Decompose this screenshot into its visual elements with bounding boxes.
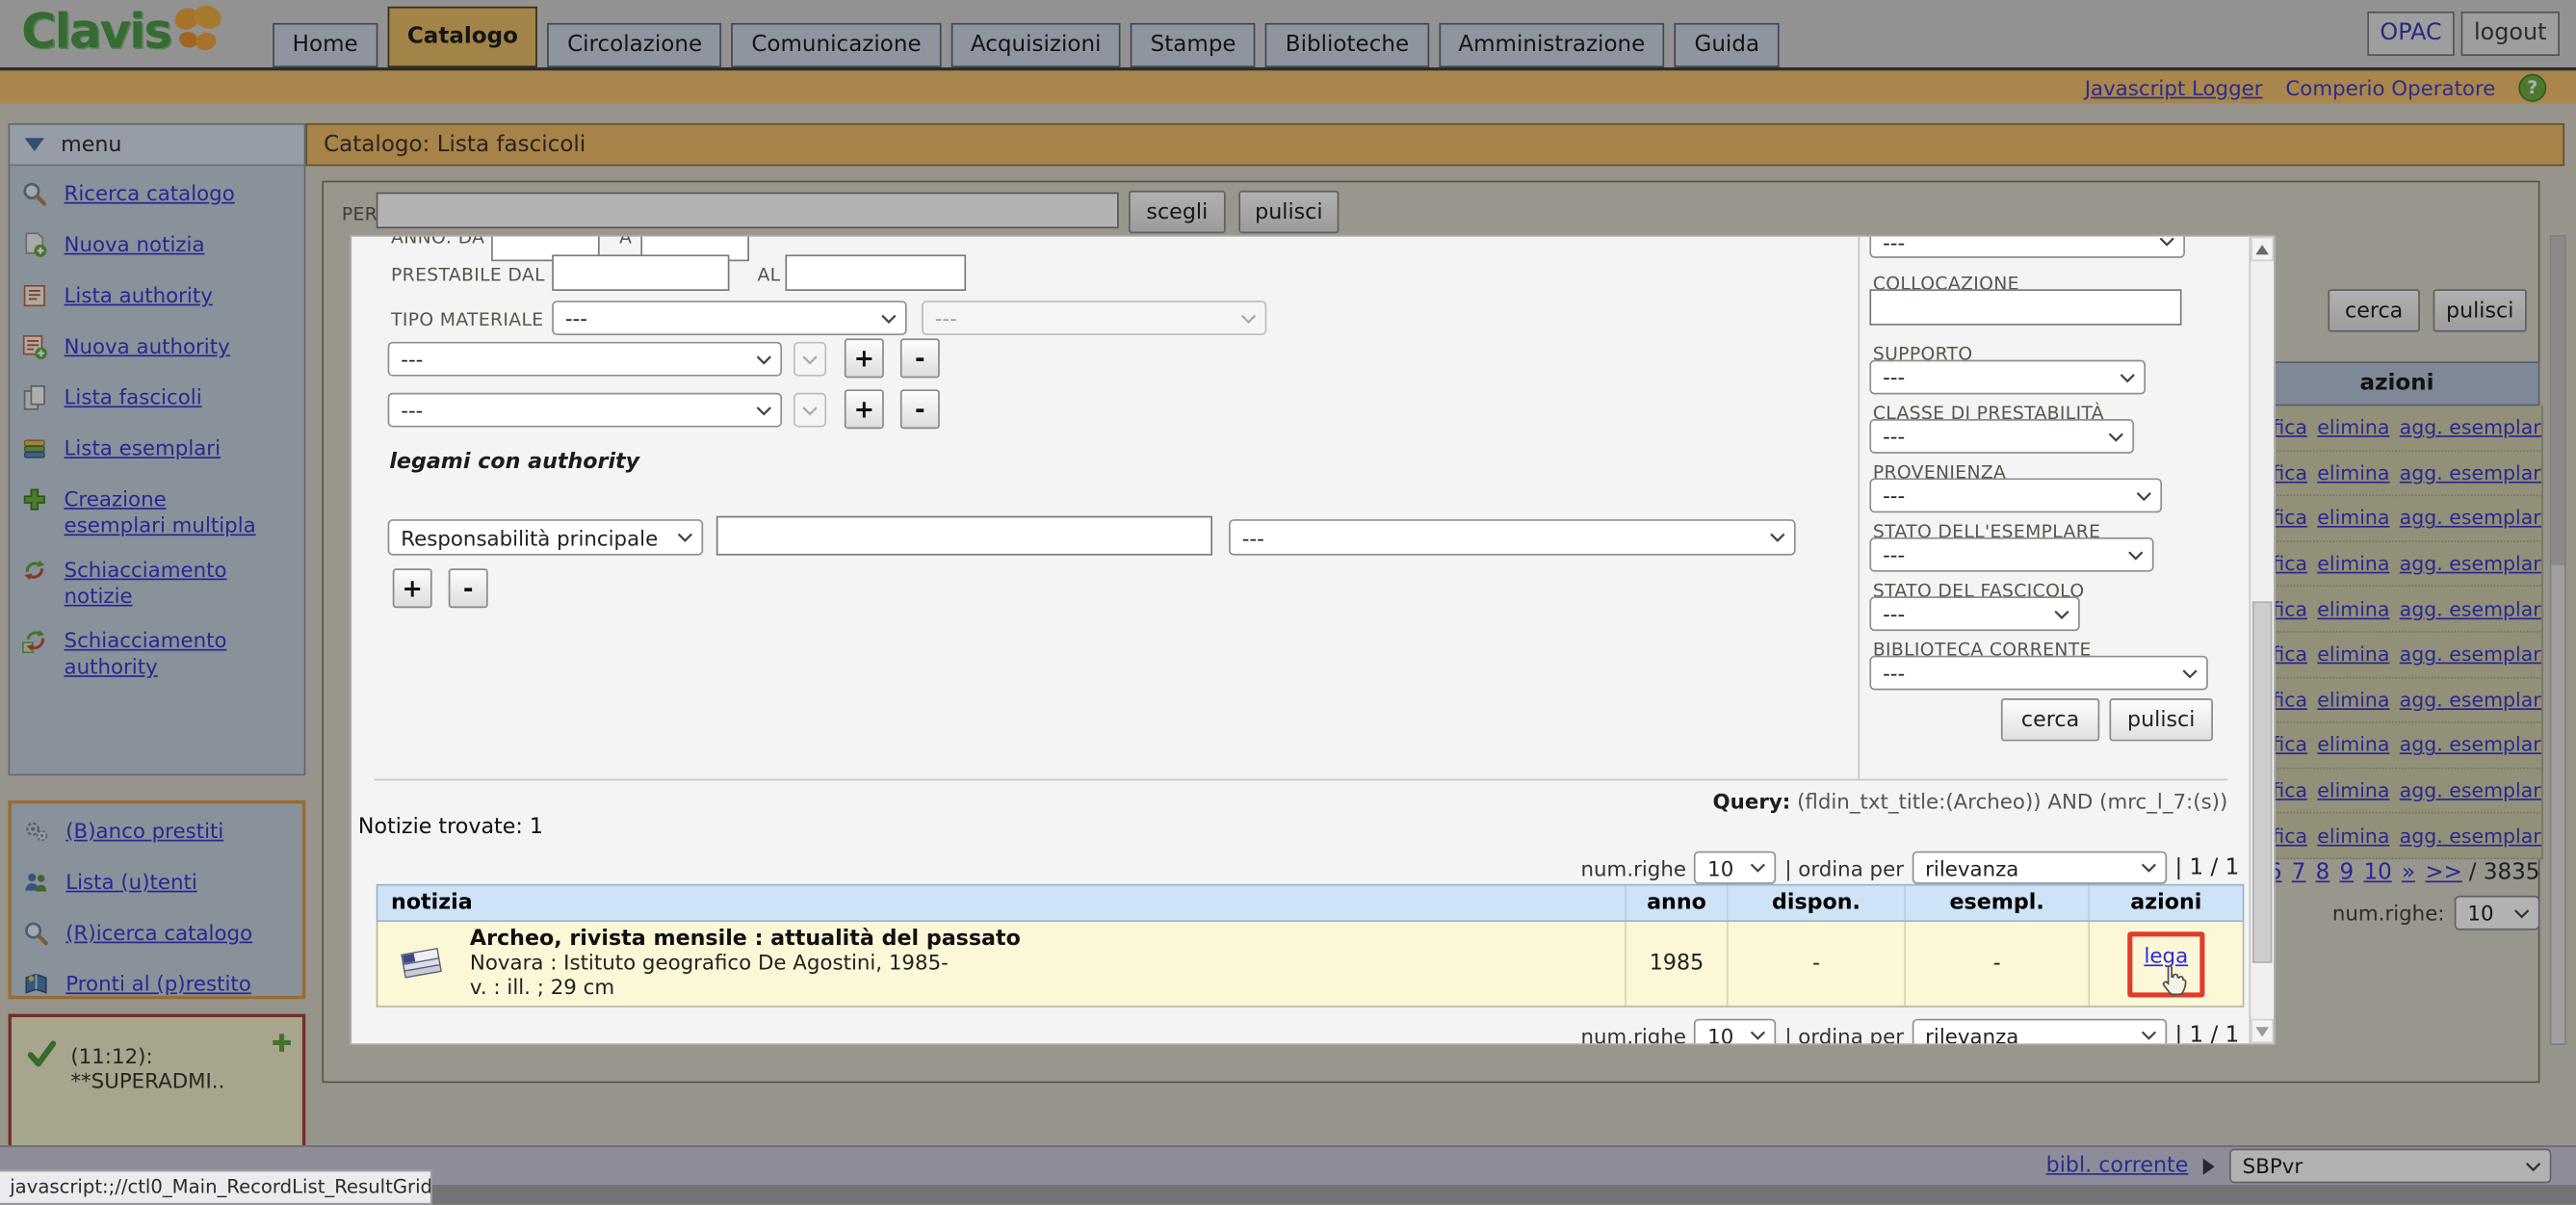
prestabile-al-input[interactable] <box>785 254 966 291</box>
pager-numrighe-select[interactable]: 10 <box>1694 851 1776 884</box>
filter2-add-button[interactable]: + <box>845 389 884 429</box>
record-title: Archeo, rivista mensile : attualità del … <box>470 927 1021 952</box>
filter1-remove-button[interactable]: - <box>900 338 940 378</box>
biblioteca-corrente-select[interactable]: --- <box>1869 656 2207 691</box>
filter2-select[interactable]: --- <box>388 393 782 428</box>
cerca-button[interactable]: cerca <box>2001 698 2099 741</box>
filter1-select[interactable]: --- <box>388 342 782 377</box>
pager-pageinfo: | 1 / 1 <box>2174 854 2239 880</box>
anno-label: ANNO: DA <box>391 235 484 249</box>
record-dispon: - <box>1729 922 1906 1006</box>
al-label: AL <box>757 265 780 286</box>
tipo-materiale-label: TIPO MATERIALE <box>391 309 543 330</box>
record-esempl: - <box>1906 922 2090 1006</box>
status-bar: javascript:;//ctl0_Main_RecordList_Resul… <box>0 1170 432 1205</box>
results-header-row: notiziaannodispon.esempl.azioni <box>377 884 2245 922</box>
column-header-azioni: azioni <box>2090 886 2243 921</box>
pager-ordina-label: | ordina per <box>1784 1023 1904 1045</box>
clavis-window: Clavis HomeCatalogoCircolazioneComunicaz… <box>0 0 2576 1204</box>
prestabile-dal-input[interactable] <box>552 254 729 291</box>
modal-scrollbar[interactable] <box>2250 237 2275 1044</box>
results-pager-top: num.righe 10 | ordina per rilevanza | 1 … <box>1485 851 2239 884</box>
pager-ordina-select[interactable]: rilevanza <box>1912 1019 2167 1045</box>
filter2-sub-select <box>794 393 826 428</box>
record-physical: v. : ill. ; 29 cm <box>470 977 1021 1001</box>
record-imprint: Novara : Istituto geografico De Agostini… <box>470 952 1021 976</box>
pulisci-button[interactable]: pulisci <box>2109 698 2212 741</box>
search-modal: ANNO: DA A PRESTABILE DAL AL TIPO MATERI… <box>350 235 2275 1045</box>
record-anno: 1985 <box>1626 922 1729 1006</box>
scroll-down-button[interactable] <box>2251 1019 2274 1044</box>
filter2-remove-button[interactable]: - <box>900 389 940 429</box>
tipo-materiale-select[interactable]: --- <box>552 301 906 335</box>
column-header-anno: anno <box>1626 886 1729 921</box>
pager-numrighe-label: num.righe <box>1581 1023 1686 1045</box>
authority-input[interactable] <box>716 516 1212 556</box>
right-top-select[interactable]: --- <box>1869 235 2185 258</box>
results-pager-bottom: num.righe 10 | ordina per rilevanza | 1 … <box>1485 1019 2239 1045</box>
lega-highlight-box: lega <box>2127 930 2204 996</box>
query-line: Query: (fldin_txt_title:(Archeo)) AND (m… <box>1338 789 2228 814</box>
journal-icon <box>398 944 447 983</box>
collocazione-input[interactable] <box>1869 289 2181 326</box>
form-divider-vertical <box>1858 237 1860 779</box>
column-header-notizia: notizia <box>377 886 1626 921</box>
supporto-select[interactable]: --- <box>1869 360 2146 395</box>
results-count: Notizie trovate: 1 <box>358 815 543 840</box>
anno-a-label: A <box>619 235 632 249</box>
responsabilita-select[interactable]: Responsabilità principale <box>388 519 704 556</box>
pager-pageinfo: | 1 / 1 <box>2174 1022 2239 1045</box>
legami-heading: legami con authority <box>389 450 639 475</box>
pager-numrighe-select[interactable]: 10 <box>1694 1019 1776 1045</box>
pager-ordina-select[interactable]: rilevanza <box>1912 851 2167 884</box>
stato-esemplare-select[interactable]: --- <box>1869 537 2153 572</box>
tipo-materiale-sub-select: --- <box>922 301 1266 335</box>
results-table: notiziaannodispon.esempl.azioni Archeo, … <box>377 884 2245 1008</box>
authority-value-select[interactable]: --- <box>1229 519 1796 556</box>
pager-numrighe-label: num.righe <box>1581 855 1686 880</box>
legami-add-button[interactable]: + <box>393 568 432 608</box>
scroll-thumb[interactable] <box>2252 601 2272 962</box>
stato-fascicolo-select[interactable]: --- <box>1869 596 2079 631</box>
filter1-add-button[interactable]: + <box>845 338 884 378</box>
scroll-up-button[interactable] <box>2251 237 2274 262</box>
legami-remove-button[interactable]: - <box>449 568 488 608</box>
filter1-sub-select <box>794 342 826 377</box>
hand-cursor-icon <box>2160 962 2188 997</box>
column-header-dispon: dispon. <box>1729 886 1906 921</box>
result-row: Archeo, rivista mensile : attualità del … <box>377 922 2245 1008</box>
classe-select[interactable]: --- <box>1869 419 2134 454</box>
query-label: Query: <box>1713 789 1791 814</box>
provenienza-select[interactable]: --- <box>1869 478 2162 512</box>
query-text: (fldin_txt_title:(Archeo)) AND (mrc_l_7:… <box>1797 789 2227 814</box>
pager-ordina-label: | ordina per <box>1784 855 1904 880</box>
form-divider-horizontal <box>375 779 2227 781</box>
column-header-esempl: esempl. <box>1906 886 2090 921</box>
prestabile-label: PRESTABILE DAL <box>391 265 545 286</box>
